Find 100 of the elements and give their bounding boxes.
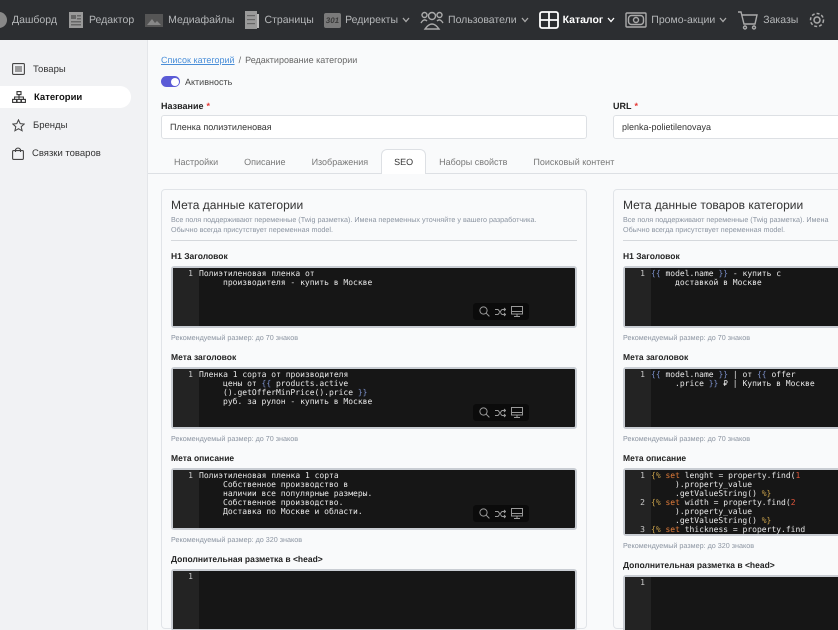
settings-icon[interactable] <box>808 11 826 29</box>
breadcrumb-current: Редактирование категории <box>245 55 358 65</box>
toggle-label: Активность <box>185 76 232 86</box>
grid-icon <box>538 11 559 29</box>
hierarchy-icon <box>12 91 26 103</box>
users-icon <box>420 10 444 30</box>
tab[interactable]: Описание <box>231 149 299 174</box>
star-icon <box>12 118 25 132</box>
search-icon[interactable] <box>479 407 490 418</box>
nav-item[interactable]: Промо-акции <box>625 11 728 29</box>
search-icon[interactable] <box>479 508 490 519</box>
monitor-icon[interactable] <box>511 407 523 418</box>
sidebar-item[interactable]: Связки товаров <box>0 142 131 164</box>
code-line: {{ model.name }} | от {{ offer <box>651 370 796 379</box>
line-number: 2 <box>639 498 645 509</box>
code-line: Собственное производство. <box>223 498 344 507</box>
required-asterisk: * <box>206 101 210 113</box>
image-icon <box>144 11 164 29</box>
banknote-icon <box>625 11 648 29</box>
field-label: Мета заголовок <box>171 352 238 362</box>
code-editor[interactable]: 1 {{ model.name }} - купить с доставкой в Москве <box>623 266 838 328</box>
code-line: Полиэтиленовая пленка от <box>199 269 315 278</box>
code-line: руб. за рулон - купить в Москве <box>223 397 372 406</box>
code-line: {% set thickness = property.find <box>651 525 806 534</box>
code-line: доставкой в Москве <box>675 278 762 287</box>
redirect-badge: 301 <box>324 12 342 28</box>
code-line: ).property_value <box>675 507 752 516</box>
code-line: {{ model.name }} - купить с <box>651 269 782 278</box>
required-asterisk: * <box>634 101 638 113</box>
code-line: Полиэтиленовая пленка 1 сорта <box>199 471 339 480</box>
code-line: {% set lenght = property.find(1 <box>651 471 800 480</box>
field-label: Мета описание <box>623 453 688 463</box>
code-editor[interactable]: 1 <box>171 569 577 630</box>
nav-item[interactable]: Пользователи <box>420 10 529 30</box>
field-label: Мета заголовок <box>623 352 690 362</box>
card-title: Мета данные категории <box>171 198 304 212</box>
line-number: 1 <box>639 471 645 482</box>
tab[interactable]: Наборы свойств <box>426 149 520 174</box>
nav-item[interactable]: Страницы <box>244 10 314 30</box>
search-icon[interactable] <box>479 306 490 317</box>
code-line: Доставка по Москве и области. <box>223 507 363 516</box>
tab[interactable]: SEO <box>381 149 426 174</box>
line-number: 1 <box>187 370 193 381</box>
breadcrumb-separator: / <box>238 55 242 65</box>
line-number: 1 <box>187 471 193 482</box>
code-editor[interactable]: 1 Пленка 1 сорта от производителя цены от {{ products.active ().getOfferMinPrice().price }} руб. за рулон - купить в Москве <box>171 367 577 429</box>
sidebar-item[interactable]: Бренды <box>0 114 131 136</box>
tab[interactable]: Поисковый контент <box>520 149 628 174</box>
code-line: .getValueString() %} <box>675 489 772 498</box>
shuffle-icon[interactable] <box>495 306 506 316</box>
pages-icon <box>244 10 260 30</box>
bag-icon <box>12 146 24 160</box>
code-line: цены от {{ products.active <box>223 379 348 388</box>
code-editor[interactable]: 1 Полиэтиленовая пленка от производителя - купить в Москве <box>171 266 577 328</box>
nav-item[interactable]: Заказы <box>737 10 798 30</box>
card-title: Мета данные товаров категории <box>623 198 804 212</box>
text-input-field[interactable]: Пленка полиэтиленовая <box>161 115 587 139</box>
nav-item[interactable]: 301 Редиректы <box>324 12 410 28</box>
list-icon <box>12 63 25 75</box>
code-editor[interactable]: 1 Полиэтиленовая пленка 1 сорта Собственное производство в наличии все популярные размеры. Собственное производство. Доставка по Москве и области. <box>171 468 577 530</box>
code-line: наличии все популярные размеры. <box>223 489 372 498</box>
code-line: .price }} ₽ | Купить в Москве <box>675 379 815 388</box>
shuffle-icon[interactable] <box>495 408 506 418</box>
field-label: H1 Заголовок <box>171 251 229 261</box>
code-line: производителя - купить в Москве <box>223 278 372 287</box>
field-label: URL <box>613 101 632 113</box>
field-label: Название <box>161 101 204 113</box>
code-line: Собственное производство в <box>223 480 348 489</box>
sidebar-item[interactable]: Товары <box>0 58 131 80</box>
line-number: 1 <box>639 269 645 280</box>
line-number: 1 <box>187 269 193 280</box>
sidebar-item[interactable]: Категории <box>0 86 131 108</box>
document-icon <box>66 11 85 29</box>
active-toggle[interactable] <box>161 76 180 87</box>
monitor-icon[interactable] <box>511 306 523 317</box>
code-editor[interactable]: 1 <box>623 575 838 630</box>
code-editor[interactable]: 1 {{ model.name }} | от {{ offer .price }} ₽ | Купить в Москве <box>623 367 838 429</box>
field-label: Дополнительная разметка в <head> <box>623 560 776 570</box>
field-label: Мета описание <box>171 453 236 463</box>
shuffle-icon[interactable] <box>495 508 506 518</box>
code-line: .getValueString() %} <box>675 516 772 525</box>
line-number: 3 <box>639 525 645 534</box>
field-label: H1 Заголовок <box>623 251 681 261</box>
line-number: 1 <box>639 578 645 587</box>
cart-icon <box>737 10 760 30</box>
code-line: ().getOfferMinPrice().price }} <box>223 388 368 397</box>
code-line: ).property_value <box>675 480 752 489</box>
code-editor[interactable]: 1 {% set lenght = property.find(1 ).property_value .getValueString() %} 2 {% set width = property.find(2 ).property_value .getValueString() %} 3 {% set thickness = property.find <box>623 468 838 536</box>
monitor-icon[interactable] <box>511 508 523 519</box>
tab[interactable]: Изображения <box>298 149 382 174</box>
line-number: 1 <box>639 370 645 381</box>
code-line: {% set width = property.find(2 <box>651 498 796 507</box>
text-input-field[interactable]: plenka-polietilenovaya <box>613 115 838 139</box>
nav-item[interactable]: Каталог <box>538 11 616 29</box>
field-label: Дополнительная разметка в <head> <box>171 554 324 564</box>
nav-item[interactable]: Редактор <box>66 11 134 29</box>
tab[interactable]: Настройки <box>161 149 232 174</box>
code-line: Пленка 1 сорта от производителя <box>199 370 348 379</box>
nav-item[interactable]: Дашборд <box>0 11 57 29</box>
nav-item[interactable]: Медиафайлы <box>144 11 234 29</box>
